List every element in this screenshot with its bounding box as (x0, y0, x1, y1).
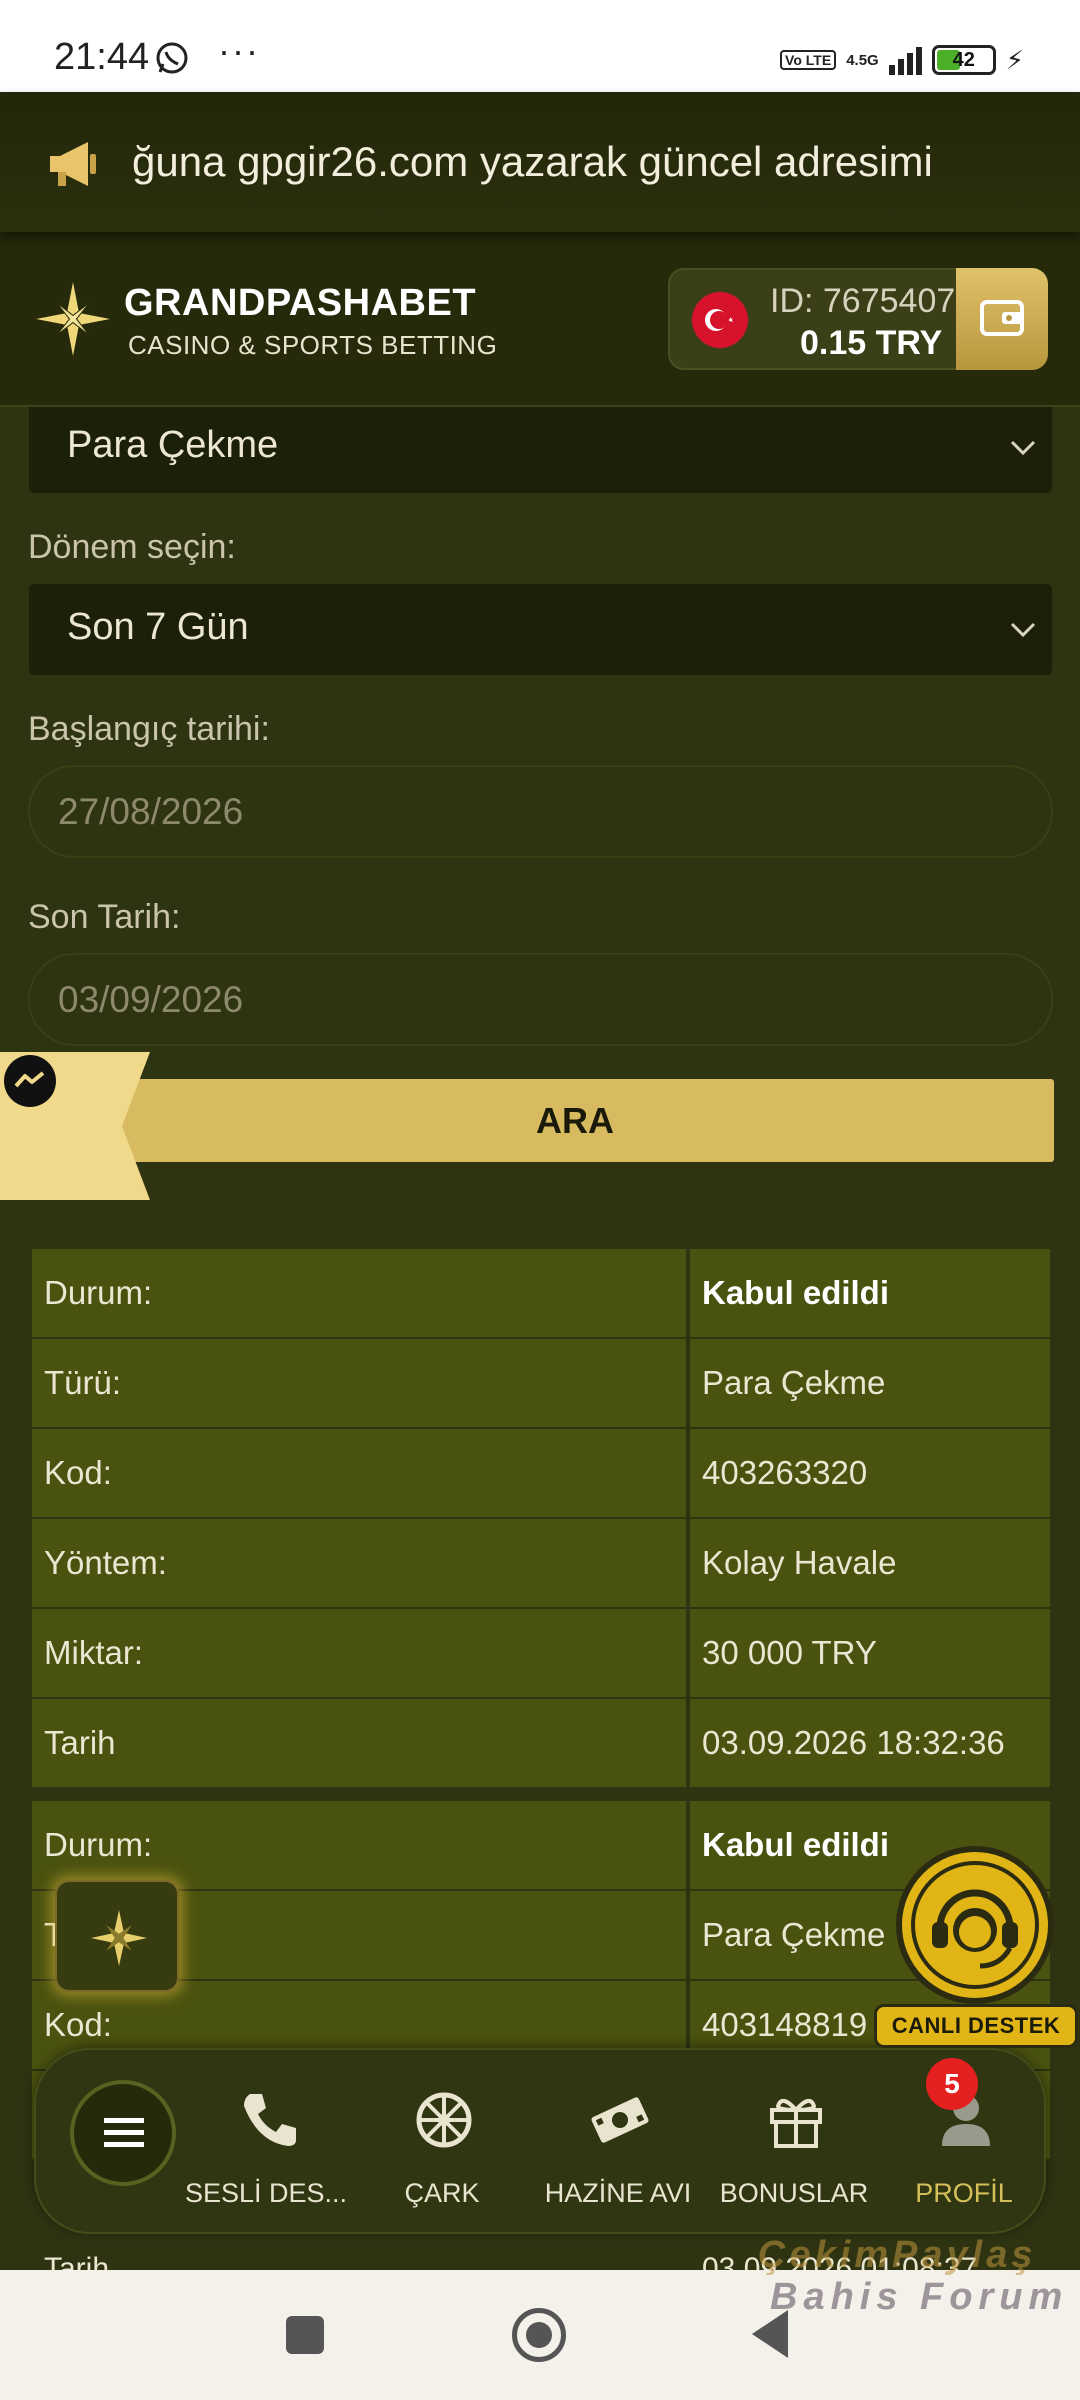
more-notifications-icon: ··· (218, 30, 260, 71)
nav-bonuses[interactable]: BONUSLAR (704, 2050, 884, 2236)
headset-icon (911, 1861, 1039, 1989)
start-date-value: 27/08/2026 (58, 791, 244, 832)
nav-label: SESLİ DES... (184, 2178, 348, 2208)
site-header: GRANDPASHABET CASINO & SPORTS BETTING ID… (0, 232, 1080, 407)
whatsapp-icon (156, 42, 188, 74)
status-bar: 21:44 ··· Vo LTE 4.5G 42 ⚡ (0, 0, 1080, 92)
row-value: Kabul edildi (690, 1249, 1050, 1337)
account-balance: 0.15 TRY (800, 324, 943, 362)
money-icon (591, 2097, 649, 2143)
row-key: Durum: (32, 1801, 686, 1889)
end-date-label: Son Tarih: (28, 898, 181, 936)
transaction-type-value: Para Çekme (67, 424, 279, 466)
row-value: 30 000 TRY (690, 1609, 1050, 1697)
period-label: Dönem seçin: (28, 528, 236, 566)
charging-icon: ⚡ (1005, 44, 1024, 75)
table-row: Kod: 403263320 (32, 1429, 1050, 1517)
wallet-button[interactable] (956, 268, 1048, 370)
battery-level: 42 (952, 49, 975, 71)
row-key: Türü: (32, 1339, 686, 1427)
account-box[interactable]: ID: 7675407 0.15 TRY (668, 268, 1048, 370)
star-icon (91, 1910, 147, 1966)
messenger-tab[interactable] (0, 1052, 150, 1200)
watermark-bottom: Bahis Forum (770, 2276, 1069, 2318)
turkey-flag-icon (692, 292, 748, 348)
live-support-label: CANLI DESTEK (874, 2004, 1078, 2048)
start-date-label: Başlangıç tarihi: (28, 710, 270, 748)
nav-treasure-hunt[interactable]: HAZİNE AVI (528, 2050, 708, 2236)
battery-icon: 42 (931, 45, 996, 75)
account-id: ID: 7675407 (770, 282, 956, 320)
search-button[interactable]: ARA (96, 1079, 1054, 1162)
wallet-icon (980, 300, 1024, 336)
transaction-type-select[interactable]: Para Çekme (28, 401, 1053, 494)
volte-icon: Vo LTE (780, 50, 837, 70)
transaction-table: Durum: Kabul edildi Türü: Para Çekme Kod… (32, 1249, 1050, 1789)
megaphone-icon (50, 142, 96, 186)
chevron-down-icon (1010, 440, 1036, 456)
row-key: Kod: (32, 1429, 686, 1517)
nav-label: HAZİNE AVI (544, 2178, 692, 2208)
menu-button[interactable] (70, 2080, 176, 2186)
end-date-field[interactable]: 03/09/2026 (28, 953, 1053, 1046)
hamburger-icon (104, 2118, 144, 2147)
brand-subtitle: CASINO & SPORTS BETTING (128, 330, 498, 360)
status-time: 21:44 (54, 36, 150, 78)
announcement-bar: ğuna gpgir26.com yazarak güncel adresimi (0, 92, 1080, 232)
brand-title[interactable]: GRANDPASHABET (124, 282, 476, 325)
floating-star-button[interactable] (55, 1880, 179, 1992)
table-row: Türü: Para Çekme (32, 1339, 1050, 1427)
gift-icon (770, 2098, 822, 2148)
network-type: 4.5G (846, 51, 879, 69)
live-support-button[interactable]: CANLI DESTEK (870, 1846, 1080, 2056)
nav-label: PROFİL (915, 2178, 1013, 2208)
bottom-navigation: SESLİ DES... ÇARK HAZİNE AVI BONUSLAR PR… (34, 2048, 1046, 2234)
row-value: 03.09.2026 18:32:36 (690, 1699, 1050, 1787)
signal-icon (888, 45, 922, 75)
nav-wheel[interactable]: ÇARK (352, 2050, 532, 2236)
table-row: Durum: Kabul edildi (32, 1249, 1050, 1337)
home-button[interactable] (512, 2308, 566, 2362)
row-key: Tarih (32, 1699, 686, 1787)
row-key: Durum: (32, 1249, 686, 1337)
row-value: Para Çekme (690, 1339, 1050, 1427)
nav-label: ÇARK (404, 2178, 480, 2208)
start-date-field[interactable]: 27/08/2026 (28, 765, 1053, 858)
messenger-icon (4, 1055, 56, 1107)
table-row: Tarih 03.09.2026 18:32:36 (32, 1699, 1050, 1787)
status-icons: Vo LTE 4.5G 42 ⚡ (780, 40, 1024, 80)
end-date-value: 03/09/2026 (58, 979, 244, 1020)
table-row: Miktar: 30 000 TRY (32, 1609, 1050, 1697)
period-select[interactable]: Son 7 Gün (28, 583, 1053, 676)
row-value: 403263320 (690, 1429, 1050, 1517)
period-value: Son 7 Gün (67, 606, 249, 648)
announcement-text: ğuna gpgir26.com yazarak güncel adresimi (132, 138, 933, 185)
watermark-top: ÇekimPaylaş (758, 2234, 1037, 2276)
recent-apps-button[interactable] (286, 2316, 324, 2354)
table-row: Yöntem: Kolay Havale (32, 1519, 1050, 1607)
chevron-down-icon (1010, 622, 1036, 638)
row-value: Kolay Havale (690, 1519, 1050, 1607)
phone-icon (244, 2094, 296, 2146)
nav-label: BONUSLAR (719, 2178, 869, 2208)
live-support-circle (896, 1846, 1054, 2004)
row-key: Yöntem: (32, 1519, 686, 1607)
logo-star-icon[interactable] (34, 280, 112, 358)
row-key: Miktar: (32, 1609, 686, 1697)
profile-notification-badge: 5 (926, 2058, 978, 2110)
nav-voice-support[interactable]: SESLİ DES... (176, 2050, 356, 2236)
wheel-icon (416, 2092, 472, 2148)
